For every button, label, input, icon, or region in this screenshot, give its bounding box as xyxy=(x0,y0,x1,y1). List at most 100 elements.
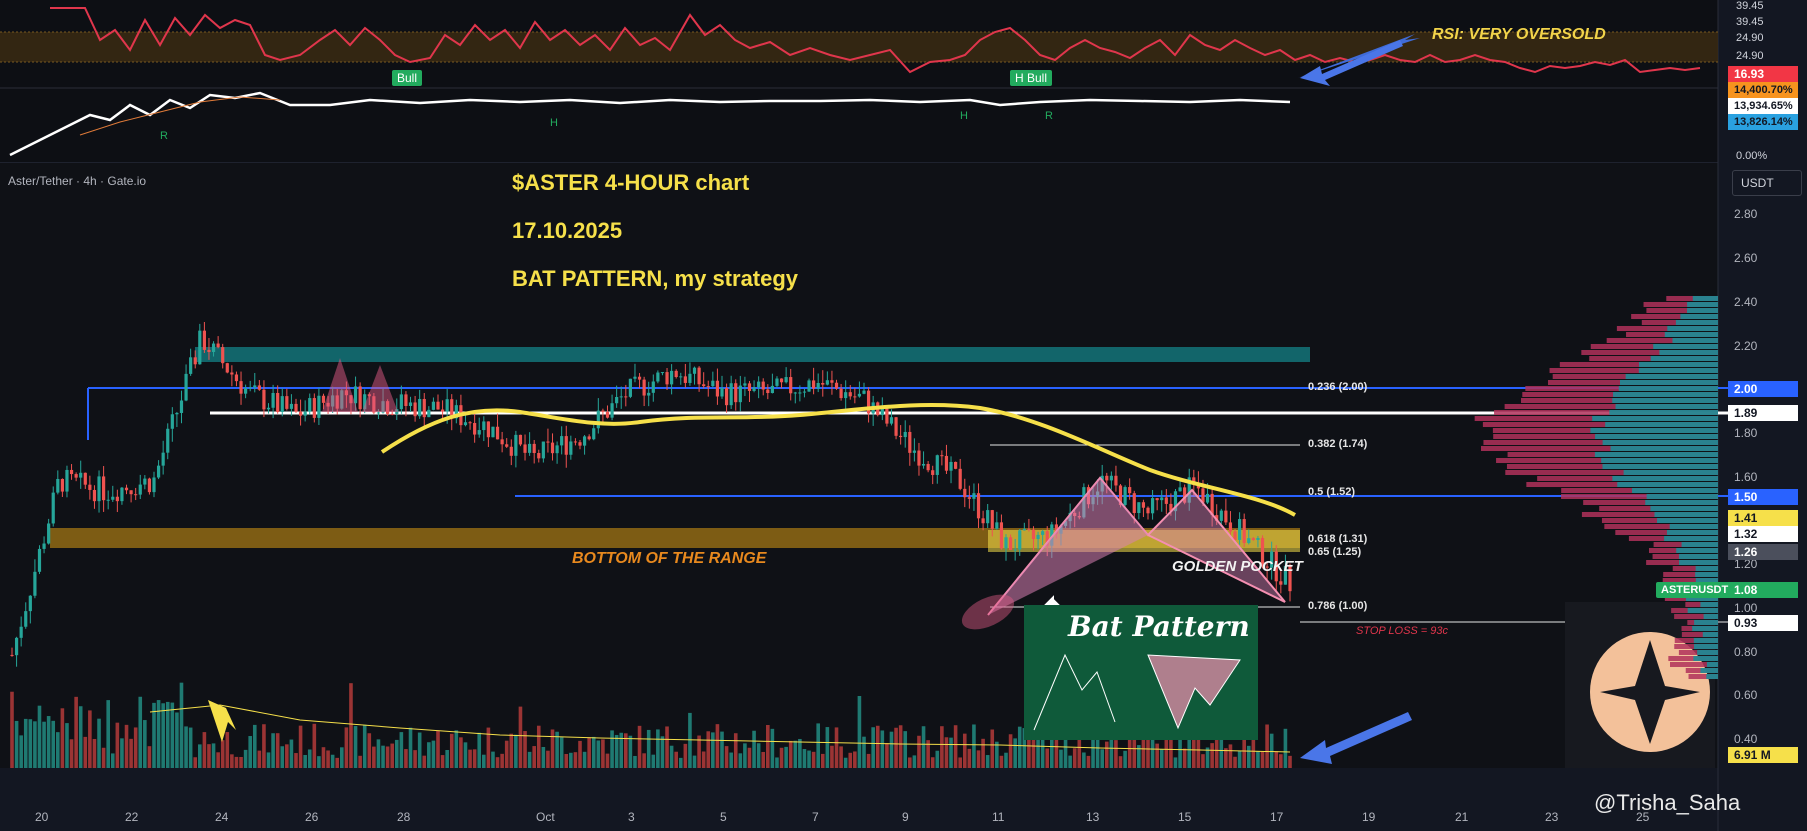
candle-body xyxy=(839,388,843,399)
volume-bar xyxy=(312,723,317,768)
volume-bar xyxy=(862,736,866,768)
rsi-annotation: RSI: VERY OVERSOLD xyxy=(1432,26,1606,43)
volume-bar xyxy=(1173,757,1178,768)
volume-profile-bar xyxy=(1687,302,1718,307)
main-chart-canvas[interactable] xyxy=(0,0,1807,831)
divergence-label: H xyxy=(550,117,558,129)
volume-bar xyxy=(266,752,271,768)
volume-bar xyxy=(995,741,999,768)
candle-body xyxy=(537,453,541,459)
candle-body xyxy=(830,380,834,383)
volume-bar xyxy=(440,755,445,768)
candle-body xyxy=(193,357,197,365)
price-tick: 2.60 xyxy=(1734,251,1758,265)
time-tick: 15 xyxy=(1178,810,1192,824)
candle-body xyxy=(724,388,729,406)
volume-bar xyxy=(990,729,995,768)
volume-bar xyxy=(427,742,431,768)
indicator-tag: 13,934.65% xyxy=(1728,98,1798,114)
author-watermark: @Trisha_Saha xyxy=(1594,790,1741,815)
candle-body xyxy=(413,402,417,417)
candle-body xyxy=(711,380,715,387)
candle-body xyxy=(752,387,756,391)
volume-profile-bar xyxy=(1612,476,1718,481)
chart-title: $ASTER 4-HOUR chart xyxy=(512,170,750,195)
candle-body xyxy=(92,489,97,502)
volume-bar xyxy=(14,720,19,768)
volume-bar xyxy=(1082,752,1086,768)
time-tick: 5 xyxy=(720,810,727,824)
golden-pocket-annotation: GOLDEN POCKET xyxy=(1172,558,1303,575)
candle-body xyxy=(482,421,486,431)
candle-body xyxy=(353,386,358,404)
volume-bar xyxy=(853,751,857,768)
volume-bar xyxy=(766,724,770,768)
volume-bar xyxy=(972,724,976,768)
volume-bar xyxy=(559,737,564,768)
candle-body xyxy=(986,510,990,524)
volume-bar xyxy=(317,756,321,768)
volume-bar xyxy=(353,726,358,768)
candle-body xyxy=(1031,529,1036,540)
price-tag: 1.32 xyxy=(1728,526,1798,542)
candle-body xyxy=(848,392,852,397)
currency-unit-button[interactable]: USDT xyxy=(1732,170,1802,196)
volume-profile-bar xyxy=(1700,602,1718,607)
volume-bar xyxy=(239,756,243,768)
volume-bar xyxy=(120,738,124,768)
candle-body xyxy=(74,474,78,478)
candle-body xyxy=(83,472,87,485)
volume-bar xyxy=(1178,735,1182,768)
volume-bar xyxy=(294,753,298,768)
candle-body xyxy=(560,436,564,446)
volume-bar xyxy=(495,757,500,768)
volume-bar xyxy=(42,721,46,768)
volume-bar xyxy=(1256,751,1260,768)
fib-label: 0.618 (1.31) xyxy=(1308,533,1368,545)
candle-body xyxy=(10,654,14,656)
price-tick: 1.00 xyxy=(1734,601,1758,615)
volume-profile-bar xyxy=(1639,362,1718,367)
volume-bar xyxy=(1224,748,1228,768)
candle-body xyxy=(844,392,848,399)
symbol-price-tag: ASTERUSDT xyxy=(1656,582,1734,598)
candle-body xyxy=(761,381,765,390)
candle-body xyxy=(747,383,752,391)
candle-body xyxy=(784,377,788,383)
volume-profile-bar xyxy=(1618,386,1718,391)
candle-body xyxy=(715,380,720,397)
volume-bar xyxy=(1045,748,1050,768)
volume-bar xyxy=(431,740,436,768)
volume-bar xyxy=(674,751,678,768)
candle-body xyxy=(143,478,147,485)
volume-bar xyxy=(1159,749,1164,768)
candle-body xyxy=(56,478,60,493)
candle-body xyxy=(88,484,92,490)
candle-body xyxy=(1128,487,1132,494)
volume-bar xyxy=(743,743,747,768)
volume-bar xyxy=(385,746,390,768)
indicator-tick: 0.00% xyxy=(1736,150,1768,162)
candle-body xyxy=(949,461,953,471)
hidden-bull-badge: H Bull xyxy=(1010,70,1053,86)
volume-profile-bar xyxy=(1632,488,1718,493)
volume-profile-bar xyxy=(1592,416,1718,421)
fib-label: 0.65 (1.25) xyxy=(1308,546,1362,558)
volume-profile-bar xyxy=(1703,614,1718,619)
candle-body xyxy=(903,431,907,438)
candle-body xyxy=(532,443,536,454)
candle-body xyxy=(981,518,985,524)
volume-bar xyxy=(985,755,990,768)
volume-bar xyxy=(367,733,372,768)
volume-bar xyxy=(74,696,78,768)
candle-body xyxy=(207,349,211,353)
volume-profile-bar xyxy=(1657,518,1718,523)
candle-body xyxy=(120,487,124,502)
candle-body xyxy=(912,450,916,453)
candle-body xyxy=(518,434,523,445)
volume-bar xyxy=(770,728,775,768)
volume-bar xyxy=(133,727,138,768)
candle-body xyxy=(42,543,46,549)
candle-body xyxy=(821,383,825,385)
volume-profile-bar xyxy=(1664,536,1718,541)
